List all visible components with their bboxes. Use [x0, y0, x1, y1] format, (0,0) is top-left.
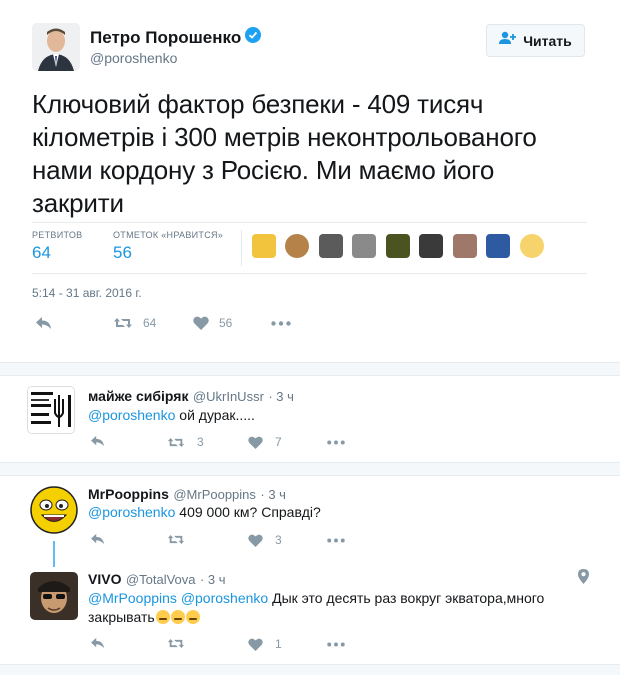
reply-text: 409 000 км? Справді? — [175, 504, 321, 520]
retweet-count: 3 — [197, 435, 204, 449]
like-button[interactable]: 56 — [193, 316, 232, 330]
reply-avatar[interactable] — [30, 486, 78, 534]
likes-label: ОТМЕТОК «НРАВИТСЯ» — [113, 230, 224, 240]
follow-user-icon — [499, 31, 517, 50]
retweet-icon — [167, 436, 185, 449]
reply-icon — [90, 637, 105, 649]
author-name[interactable]: Петро Порошенко — [90, 28, 241, 48]
reply-icon — [35, 316, 52, 330]
reply-author-handle[interactable]: @UkrInUssr — [193, 389, 264, 404]
liker-avatar[interactable] — [486, 234, 511, 258]
reply-mention[interactable]: @MrPooppins — [88, 590, 177, 606]
reply-mention[interactable]: @poroshenko — [88, 504, 175, 520]
reply-text-block: @MrPooppins @poroshenko Дык это десять р… — [88, 589, 558, 627]
follow-label: Читать — [523, 32, 572, 49]
reply-author-name[interactable]: майже сибіряк — [88, 388, 188, 404]
reply-mention[interactable]: @poroshenko — [181, 590, 268, 606]
retweet-count: 64 — [143, 316, 157, 330]
reply-mention[interactable]: @poroshenko — [88, 407, 175, 423]
retweets-label: РЕТВИТОВ — [32, 230, 83, 240]
reply-button[interactable] — [90, 533, 105, 545]
reply-author-name[interactable]: MrPooppins — [88, 486, 169, 502]
more-button[interactable] — [327, 538, 345, 543]
like-icon — [248, 436, 263, 449]
like-count: 3 — [275, 533, 282, 547]
reply-text-block: @poroshenko ой дурак..... — [88, 406, 255, 425]
follow-button[interactable]: Читать — [486, 24, 585, 57]
liker-avatar[interactable] — [318, 234, 343, 258]
liker-avatar[interactable] — [352, 234, 377, 258]
reply-author-name[interactable]: VIVO — [88, 571, 121, 587]
more-button[interactable] — [327, 642, 345, 647]
author-avatar[interactable] — [32, 23, 80, 71]
reply-button[interactable] — [90, 637, 105, 649]
reply-text-block: @poroshenko 409 000 км? Справді? — [88, 503, 321, 522]
liker-avatar[interactable] — [385, 234, 410, 258]
like-icon — [248, 534, 263, 547]
location-pin-icon[interactable] — [578, 569, 589, 589]
reply-text: ой дурак..... — [175, 407, 255, 423]
like-icon — [193, 316, 209, 330]
liker-avatar[interactable] — [519, 234, 544, 258]
like-button[interactable]: 3 — [248, 533, 282, 547]
more-icon — [271, 321, 291, 326]
unamused-emoji-icon — [185, 610, 200, 624]
reply-avatar[interactable] — [27, 386, 75, 434]
reply-button[interactable] — [35, 316, 52, 330]
retweet-button[interactable]: 64 — [113, 316, 156, 330]
liker-avatar[interactable] — [285, 234, 310, 258]
reply-time[interactable]: · 3 ч — [200, 572, 226, 587]
more-icon — [327, 538, 345, 543]
liker-avatar[interactable] — [419, 234, 444, 258]
more-button[interactable] — [327, 440, 345, 445]
unamused-emoji-icon — [155, 610, 170, 624]
retweet-icon — [113, 316, 133, 330]
liker-avatars — [252, 234, 544, 258]
tweet-text: Ключовий фактор безпеки - 409 тисяч кіло… — [32, 89, 537, 218]
like-count: 1 — [275, 637, 282, 651]
liker-avatar[interactable] — [252, 234, 276, 258]
like-button[interactable]: 7 — [248, 435, 282, 449]
reply-button[interactable] — [90, 435, 105, 447]
reply-time[interactable]: · 3 ч — [260, 487, 286, 502]
stats-divider — [241, 230, 242, 266]
like-icon — [248, 638, 263, 651]
verified-badge-icon — [245, 27, 262, 48]
more-icon — [327, 440, 345, 445]
more-icon — [327, 642, 345, 647]
reply-author-handle[interactable]: @MrPooppins — [173, 487, 256, 502]
retweet-button[interactable] — [167, 533, 185, 546]
like-button[interactable]: 1 — [248, 637, 282, 651]
author-handle[interactable]: @poroshenko — [90, 50, 177, 66]
reply-icon — [90, 435, 105, 447]
retweet-icon — [167, 637, 185, 650]
retweet-button[interactable] — [167, 637, 185, 650]
reply-avatar[interactable] — [30, 572, 78, 620]
likes-count[interactable]: 56 — [113, 243, 132, 263]
tweet-timestamp[interactable]: 5:14 - 31 авг. 2016 г. — [32, 286, 142, 300]
reply-time[interactable]: · 3 ч — [268, 389, 294, 404]
more-button[interactable] — [271, 321, 291, 326]
retweet-icon — [167, 533, 185, 546]
like-count: 56 — [219, 316, 233, 330]
liker-avatar[interactable] — [452, 234, 477, 258]
reply-icon — [90, 533, 105, 545]
unamused-emoji-icon — [170, 610, 185, 624]
reply-author-handle[interactable]: @TotalVova — [126, 572, 196, 587]
thread-line — [53, 541, 55, 567]
retweets-count[interactable]: 64 — [32, 243, 51, 263]
retweet-button[interactable]: 3 — [167, 435, 204, 449]
like-count: 7 — [275, 435, 282, 449]
